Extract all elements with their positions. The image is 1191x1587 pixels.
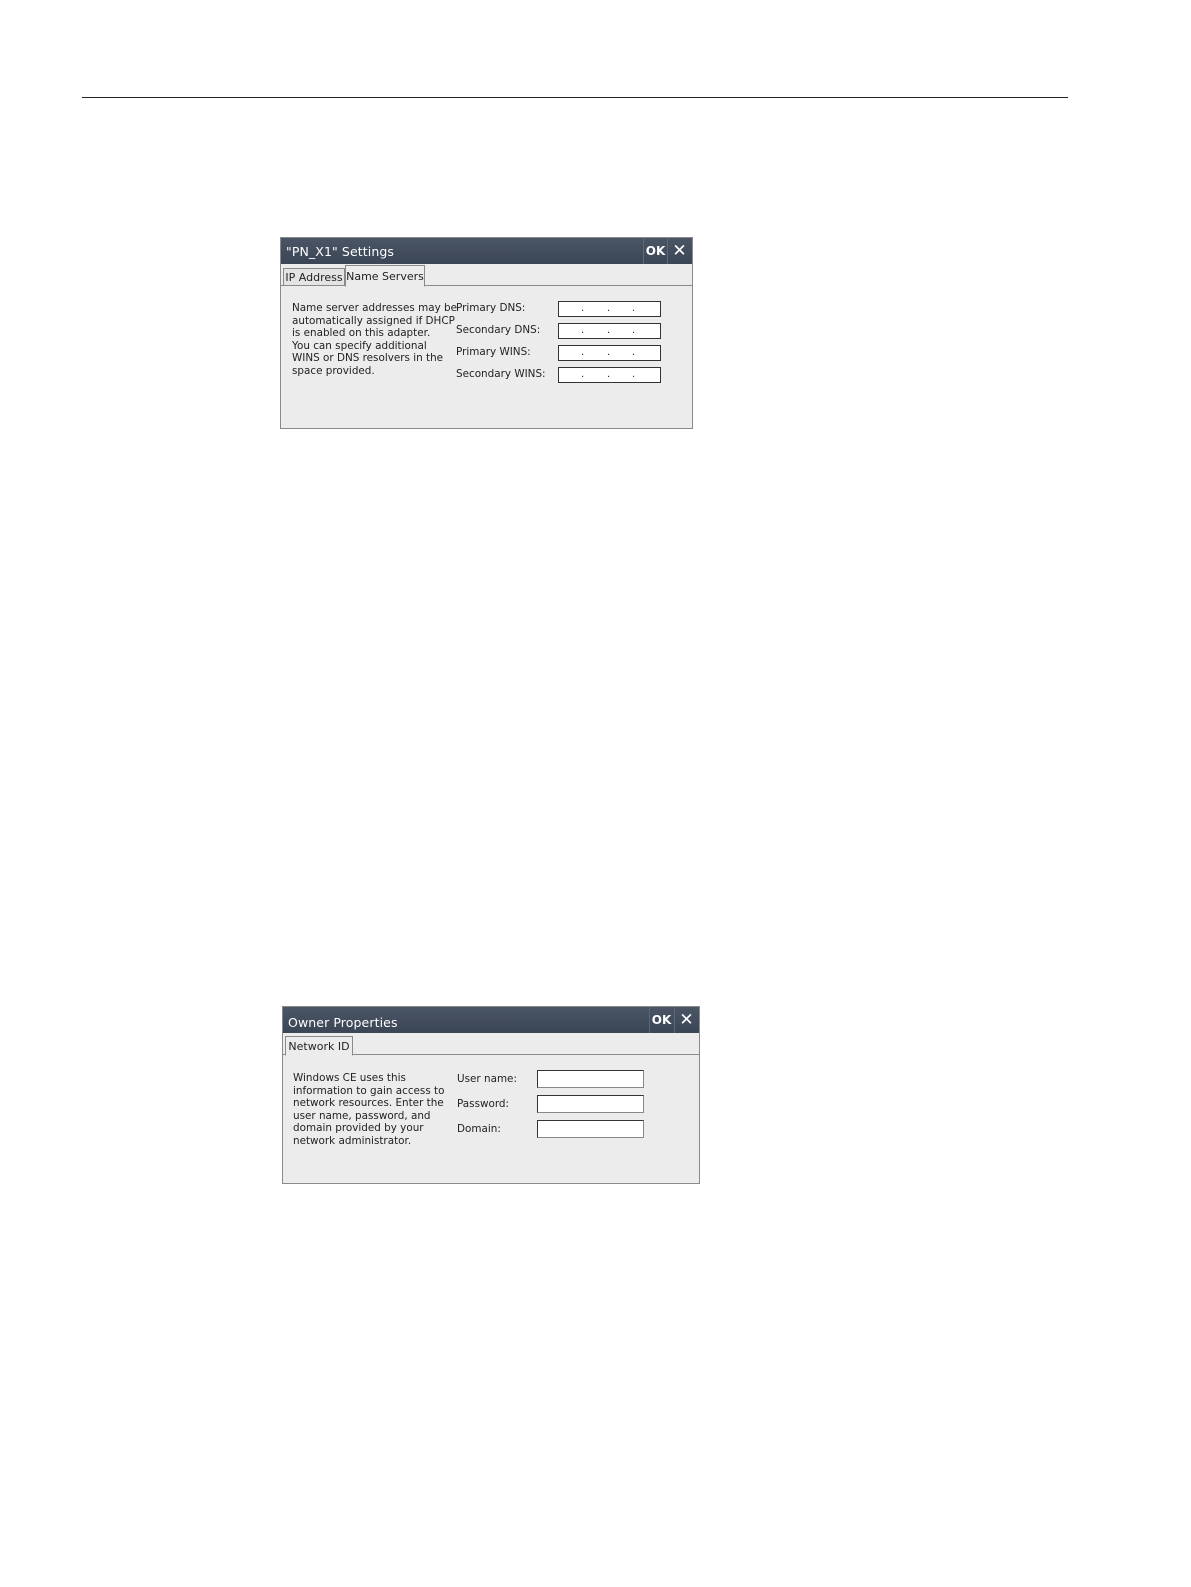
close-icon: ✕ (679, 1010, 694, 1030)
ip-separator: . (581, 325, 585, 336)
owner-title: Owner Properties (288, 1015, 398, 1030)
owner-tabstrip: Network ID (283, 1033, 699, 1056)
ip-separator: . (632, 369, 636, 380)
ip-separator: . (607, 369, 611, 380)
ip-separator: . (607, 347, 611, 358)
close-icon: ✕ (672, 241, 687, 261)
ip-separator: . (607, 303, 611, 314)
primary-dns-input[interactable]: . . . (558, 301, 661, 317)
settings-title: "PN_X1" Settings (286, 244, 394, 259)
owner-properties-dialog: Owner Properties OK ✕ Network ID Windows… (282, 1006, 700, 1184)
secondary-wins-input[interactable]: . . . (558, 367, 661, 383)
secondary-dns-input[interactable]: . . . (558, 323, 661, 339)
ip-separator: . (607, 325, 611, 336)
primary-wins-label: Primary WINS: (456, 346, 531, 358)
ip-separator: . (581, 369, 585, 380)
primary-dns-label: Primary DNS: (456, 302, 526, 314)
owner-description: Windows CE uses this information to gain… (293, 1072, 445, 1147)
close-button[interactable]: ✕ (674, 1007, 698, 1033)
page-header-rule (82, 97, 1068, 98)
ip-separator: . (581, 303, 585, 314)
pn-x1-settings-dialog: "PN_X1" Settings OK ✕ IP Address Name Se… (280, 237, 693, 429)
ok-button[interactable]: OK (649, 1007, 673, 1033)
user-name-input[interactable] (537, 1070, 644, 1088)
user-name-label: User name: (457, 1073, 517, 1085)
settings-tabstrip: IP Address Name Servers (281, 264, 692, 287)
secondary-wins-label: Secondary WINS: (456, 368, 546, 380)
ip-separator: . (632, 325, 636, 336)
owner-titlebar: Owner Properties OK ✕ (283, 1007, 699, 1033)
tab-name-servers[interactable]: Name Servers (345, 265, 425, 287)
ip-separator: . (581, 347, 585, 358)
close-button[interactable]: ✕ (667, 238, 691, 264)
password-label: Password: (457, 1098, 510, 1110)
primary-wins-input[interactable]: . . . (558, 345, 661, 361)
ip-separator: . (632, 347, 636, 358)
secondary-dns-label: Secondary DNS: (456, 324, 541, 336)
tab-ip-address[interactable]: IP Address (283, 268, 345, 286)
tab-network-id[interactable]: Network ID (285, 1036, 353, 1056)
settings-titlebar: "PN_X1" Settings OK ✕ (281, 238, 692, 264)
domain-label: Domain: (457, 1123, 501, 1135)
domain-input[interactable] (537, 1120, 644, 1138)
password-input[interactable] (537, 1095, 644, 1113)
ok-button[interactable]: OK (643, 238, 667, 264)
settings-description: Name server addresses may be automatical… (292, 302, 458, 377)
ip-separator: . (632, 303, 636, 314)
